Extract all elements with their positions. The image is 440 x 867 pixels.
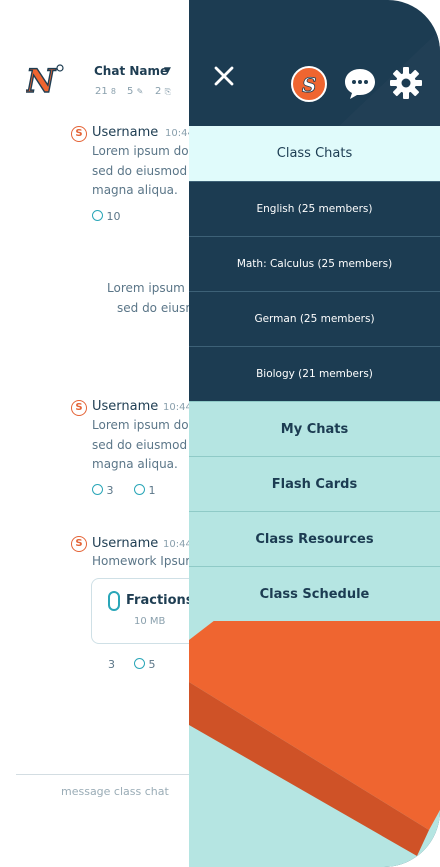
avatar[interactable]: S	[71, 536, 87, 552]
attachment-count: 2 ⎘	[155, 86, 171, 97]
class-chat-german[interactable]: German (25 members)	[189, 291, 440, 346]
online-count: 5 ✎	[127, 86, 144, 97]
menu-flash-cards[interactable]: Flash Cards	[189, 456, 440, 511]
app-logo: N	[24, 61, 66, 101]
message-time: 10:44	[163, 539, 192, 550]
attachment-size: 10 MB	[134, 616, 166, 627]
emoji-icon	[134, 658, 145, 669]
message-input[interactable]: message class chat	[61, 785, 169, 798]
emoji-reaction[interactable]: 1	[134, 484, 156, 497]
class-chat-biology[interactable]: Biology (21 members)	[189, 346, 440, 401]
message-text: Lorem ipsum dolo sed do eiusmod te magna a…	[92, 144, 203, 197]
input-divider	[16, 774, 196, 775]
message-username[interactable]: Username	[92, 536, 158, 551]
menu-class-resources[interactable]: Class Resources	[189, 511, 440, 566]
menu-class-schedule[interactable]: Class Schedule	[189, 566, 440, 621]
close-icon[interactable]	[213, 65, 235, 87]
message-text: Homework Ipsum!	[92, 554, 202, 568]
emoji-reaction[interactable]: 5	[134, 658, 156, 671]
menu-my-chats[interactable]: My Chats	[189, 401, 440, 456]
emoji-icon	[134, 484, 145, 495]
clock-reaction[interactable]: 3	[92, 484, 114, 497]
chat-bubble-icon[interactable]	[342, 66, 378, 102]
class-chats-header[interactable]: Class Chats	[189, 126, 440, 181]
svg-text:N: N	[26, 62, 57, 96]
message-username[interactable]: Username	[92, 125, 158, 140]
drawer-header: S	[189, 0, 440, 126]
message-text: Lorem ipsum dolo sed do eiusmod te magna a…	[92, 418, 203, 471]
avatar[interactable]: S	[71, 126, 87, 142]
clock-reaction[interactable]: 10	[92, 210, 121, 223]
message-time: 10:44	[163, 402, 192, 413]
clock-icon	[92, 210, 103, 221]
avatar[interactable]: S	[71, 400, 87, 416]
gear-icon[interactable]	[389, 66, 423, 100]
navigation-drawer: S Class Chats English (25 members) Math:…	[189, 0, 440, 867]
class-chat-math[interactable]: Math: Calculus (25 members)	[189, 236, 440, 291]
clock-icon	[92, 484, 103, 495]
svg-text:S: S	[302, 73, 316, 97]
chevron-down-icon[interactable]: ▼	[164, 66, 171, 76]
profile-icon[interactable]: S	[291, 66, 327, 102]
member-count: 21 8	[95, 86, 117, 97]
class-chat-english[interactable]: English (25 members)	[189, 181, 440, 236]
clock-reaction[interactable]: 3	[108, 658, 115, 671]
message-username[interactable]: Username	[92, 399, 158, 414]
chat-title[interactable]: Chat Name	[94, 64, 168, 78]
paperclip-icon	[108, 591, 120, 611]
